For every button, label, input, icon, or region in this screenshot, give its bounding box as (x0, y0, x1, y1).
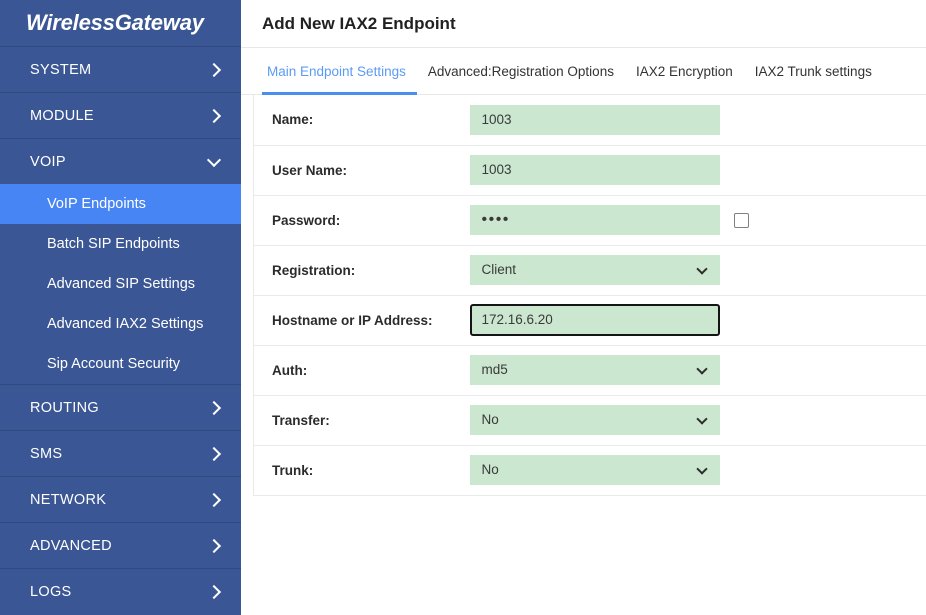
sidebar-item-label: ADVANCED (30, 537, 112, 554)
sidebar-item-routing[interactable]: ROUTING (0, 384, 241, 430)
password-input[interactable]: •••• (469, 205, 720, 235)
sidebar-item-label: LOGS (30, 583, 72, 600)
chevron-right-icon (206, 62, 222, 77)
registration-select[interactable]: Client (469, 255, 720, 285)
show-password-checkbox[interactable] (733, 212, 749, 228)
field-label-user-name: User Name: (272, 162, 348, 178)
table-row: Hostname or IP Address: 172.16.6.20 (253, 295, 926, 345)
sidebar-subitem-label: Advanced IAX2 Settings (47, 316, 204, 332)
brand-logo: WirelessGateway (0, 0, 241, 46)
table-row: User Name: 1003 (253, 145, 926, 195)
field-label-auth: Auth: (272, 362, 308, 378)
sidebar-subitem-label: Advanced SIP Settings (47, 276, 196, 292)
sidebar: WirelessGateway SYSTEM MODULE VOIP VoIP … (0, 0, 241, 615)
chevron-right-icon (206, 108, 222, 123)
sidebar-subitem-label: VoIP Endpoints (47, 196, 146, 212)
field-label-name: Name: (272, 112, 314, 128)
table-row: Password: •••• (253, 195, 926, 245)
sidebar-item-logs[interactable]: LOGS (0, 568, 241, 614)
table-row: Registration: Client (253, 245, 926, 295)
sidebar-subitem-label: Batch SIP Endpoints (47, 236, 180, 252)
field-label-password: Password: (272, 212, 341, 228)
table-row: Name: 1003 (254, 95, 926, 145)
tab-label: IAX2 Encryption (635, 63, 733, 79)
endpoint-form: Name: 1003 User Name: 1003 Password: •••… (241, 95, 926, 615)
sidebar-item-label: MODULE (30, 107, 94, 124)
sidebar-item-label: NETWORK (30, 491, 107, 508)
field-label-registration: Registration: (272, 262, 356, 278)
form-table: Name: 1003 User Name: 1003 Password: •••… (253, 95, 926, 496)
auth-select[interactable]: md5 (469, 355, 720, 385)
app-root: WirelessGateway SYSTEM MODULE VOIP VoIP … (0, 0, 926, 615)
chevron-right-icon (206, 446, 222, 461)
transfer-select-wrap: No (469, 405, 720, 435)
tab-advanced-registration-options[interactable]: Advanced:Registration Options (417, 48, 625, 94)
page-header: Add New IAX2 Endpoint (241, 0, 926, 48)
trunk-select-wrap: No (469, 455, 720, 485)
tab-iax2-trunk-settings[interactable]: IAX2 Trunk settings (744, 48, 883, 94)
sidebar-item-module[interactable]: MODULE (0, 92, 241, 138)
sidebar-nav: SYSTEM MODULE VOIP VoIP Endpoints Batch … (0, 46, 241, 615)
name-input[interactable]: 1003 (469, 104, 720, 135)
brand-name: WirelessGateway (26, 10, 204, 35)
sidebar-item-label: SMS (30, 445, 63, 462)
sidebar-item-advanced-sip-settings[interactable]: Advanced SIP Settings (0, 264, 241, 304)
sidebar-item-voip[interactable]: VOIP (0, 138, 241, 184)
tab-main-endpoint-settings[interactable]: Main Endpoint Settings (262, 48, 417, 95)
chevron-down-icon (206, 152, 222, 167)
field-label-transfer: Transfer: (272, 412, 330, 428)
trunk-select[interactable]: No (469, 455, 720, 485)
sidebar-item-sip-account-security[interactable]: Sip Account Security (0, 344, 241, 384)
sidebar-item-label: ROUTING (30, 399, 99, 416)
sidebar-item-system[interactable]: SYSTEM (0, 46, 241, 92)
table-row: Auth: md5 (253, 345, 926, 395)
main-content: Add New IAX2 Endpoint Main Endpoint Sett… (241, 0, 926, 615)
hostname-input[interactable]: 172.16.6.20 (469, 304, 720, 336)
chevron-right-icon (206, 584, 222, 599)
chevron-right-icon (206, 400, 222, 415)
registration-select-wrap: Client (469, 255, 720, 285)
tab-label: Main Endpoint Settings (267, 63, 406, 79)
table-row: Transfer: No (253, 395, 926, 445)
sidebar-item-voip-endpoints[interactable]: VoIP Endpoints (0, 184, 241, 224)
chevron-right-icon (206, 538, 222, 553)
table-row: Trunk: No (253, 445, 926, 495)
tab-label: Advanced:Registration Options (427, 63, 614, 79)
sidebar-item-advanced-iax2-settings[interactable]: Advanced IAX2 Settings (0, 304, 241, 344)
user-name-input[interactable]: 1003 (469, 155, 720, 185)
transfer-select[interactable]: No (469, 405, 720, 435)
tab-iax2-encryption[interactable]: IAX2 Encryption (625, 48, 744, 94)
tab-label: IAX2 Trunk settings (754, 63, 872, 79)
sidebar-item-network[interactable]: NETWORK (0, 476, 241, 522)
sidebar-subitem-label: Sip Account Security (47, 356, 180, 372)
page-title: Add New IAX2 Endpoint (262, 13, 456, 33)
chevron-right-icon (206, 492, 222, 507)
sidebar-item-batch-sip-endpoints[interactable]: Batch SIP Endpoints (0, 224, 241, 264)
tab-bar: Main Endpoint Settings Advanced:Registra… (241, 48, 926, 95)
sidebar-item-advanced[interactable]: ADVANCED (0, 522, 241, 568)
field-label-trunk: Trunk: (272, 462, 314, 478)
auth-select-wrap: md5 (469, 355, 720, 385)
field-label-hostname: Hostname or IP Address: (272, 312, 433, 328)
sidebar-item-sms[interactable]: SMS (0, 430, 241, 476)
sidebar-item-label: VOIP (30, 153, 66, 170)
sidebar-item-label: SYSTEM (30, 61, 92, 78)
